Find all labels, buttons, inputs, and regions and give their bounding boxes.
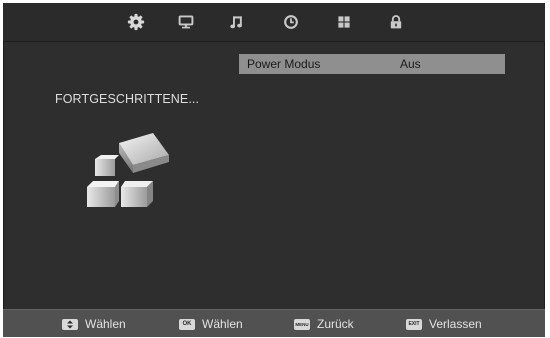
footer-hint-bar: Wählen OK Wählen MENU Zurück EXIT Verlas… <box>3 309 545 337</box>
hint-label: Zurück <box>317 317 354 331</box>
picture-gear-icon[interactable] <box>127 13 145 31</box>
hint-menu: MENU Zurück <box>294 316 354 332</box>
monitor-icon[interactable] <box>177 13 195 31</box>
section-title: FORTGESCHRITTENE... <box>55 92 200 106</box>
hint-label: Wählen <box>202 317 243 331</box>
hint-label: Verlassen <box>429 317 482 331</box>
lock-icon[interactable] <box>387 13 405 31</box>
tv-screen: Power Modus Aus FORTGESCHRITTENE... Wähl… <box>3 3 545 337</box>
up-down-arrows-icon <box>62 318 78 330</box>
setting-label: Power Modus <box>247 57 321 71</box>
ok-key-icon: OK <box>179 318 195 330</box>
hint-ok: OK Wählen <box>179 316 243 332</box>
setting-value: Aus <box>400 57 421 71</box>
menu-tab-bar <box>3 3 545 42</box>
setting-row-power-mode[interactable]: Power Modus Aus <box>239 54 505 74</box>
hint-navigate: Wählen <box>62 316 126 332</box>
advanced-settings-cubes-icon <box>87 133 169 207</box>
music-note-icon[interactable] <box>228 13 246 31</box>
hint-exit: EXIT Verlassen <box>406 316 482 332</box>
clock-icon[interactable] <box>282 13 300 31</box>
grid-icon[interactable] <box>335 13 353 31</box>
exit-key-icon: EXIT <box>406 318 422 330</box>
menu-key-icon: MENU <box>294 318 310 330</box>
hint-label: Wählen <box>85 317 126 331</box>
